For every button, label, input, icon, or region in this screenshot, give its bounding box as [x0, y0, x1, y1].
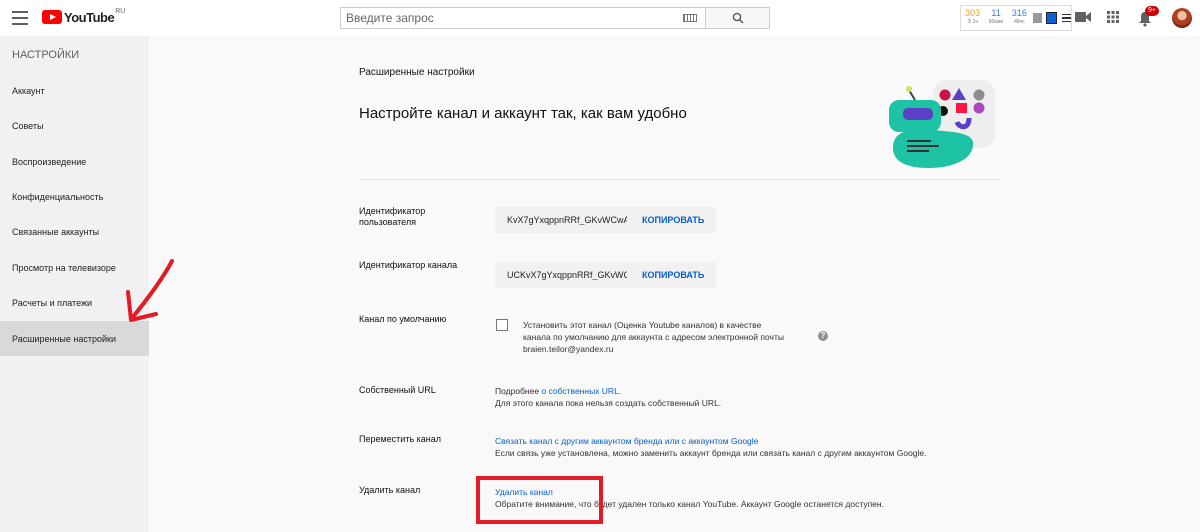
- section-subtitle: Расширенные настройки: [359, 67, 475, 78]
- search-bar: [340, 7, 770, 29]
- advanced-settings-panel: Расширенные настройки Настройте канал и …: [359, 36, 1000, 532]
- move-channel-note: Если связь уже установлена, можно замени…: [495, 448, 927, 458]
- default-channel-text-pre: Установить этот канал (: [523, 320, 617, 330]
- default-channel-email: braien.teilor@yandex.ru: [523, 344, 614, 354]
- default-channel-name: Оценка Youtube каналов: [616, 320, 715, 330]
- custom-url-text-pre: Подробнее: [495, 386, 542, 396]
- notification-badge: 9+: [1145, 6, 1159, 16]
- custom-url-info-link[interactable]: о собственных URL: [541, 386, 618, 396]
- stat-sub: ⏱ 1ч: [967, 19, 979, 25]
- apps-grid-icon[interactable]: [1107, 11, 1119, 23]
- sidebar-item-tips[interactable]: Советы: [0, 108, 149, 143]
- extension-widget[interactable]: 303 ⏱ 1ч 11 60мин 316 48чс: [960, 5, 1072, 31]
- move-channel-label: Переместить канал: [359, 434, 442, 444]
- custom-url-label: Собственный URL: [359, 385, 436, 395]
- menu-icon[interactable]: [8, 8, 32, 28]
- default-channel-description: Установить этот канал (Оценка Youtube ка…: [523, 319, 784, 355]
- stat-sub: 48чс: [1014, 19, 1025, 25]
- channel-id-value[interactable]: UCKvX7gYxqppnRRf_GKvWCwA: [507, 270, 627, 280]
- annotation-arrow-icon: [126, 259, 174, 322]
- move-channel-description: Связать канал с другим аккаунтом бренда …: [495, 435, 927, 459]
- youtube-logo[interactable]: YouTube RU: [42, 8, 126, 25]
- stat-sub: 60мин: [988, 19, 1004, 25]
- notifications-button[interactable]: 9+: [1138, 6, 1160, 27]
- search-icon: [732, 12, 744, 24]
- logo-region: RU: [115, 8, 126, 15]
- user-id-label: Идентификатор пользователя: [359, 206, 426, 227]
- sidebar-title: НАСТРОЙКИ: [12, 49, 80, 61]
- default-channel-line-1: Установить этот канал (Оценка Youtube ка…: [523, 319, 784, 331]
- annotation-highlight-box: [476, 476, 603, 524]
- sidebar-item-account[interactable]: Аккаунт: [0, 73, 149, 108]
- extension-stat: 303 ⏱ 1ч: [961, 9, 984, 27]
- custom-url-text-post: .: [618, 386, 622, 396]
- default-channel-checkbox[interactable]: [496, 319, 508, 331]
- stat-value: 11: [991, 8, 1001, 18]
- default-channel-text-post: ) в качестве: [714, 320, 762, 330]
- avatar[interactable]: [1172, 8, 1192, 28]
- custom-url-line-1: Подробнее о собственных URL.: [495, 385, 721, 397]
- custom-url-description: Подробнее о собственных URL. Для этого к…: [495, 385, 721, 409]
- extension-stat: 11 60мин: [984, 9, 1007, 27]
- delete-channel-label: Удалить канал: [359, 485, 421, 495]
- search-button[interactable]: [705, 7, 770, 29]
- stat-value: 303: [965, 8, 981, 18]
- search-input[interactable]: [346, 11, 683, 25]
- section-divider: [359, 179, 1000, 180]
- page-title: Настройте канал и аккаунт так, как вам у…: [359, 105, 687, 122]
- default-channel-label: Канал по умолчанию: [359, 314, 447, 324]
- channel-id-label: Идентификатор канала: [359, 260, 458, 270]
- keyboard-icon[interactable]: [683, 14, 697, 22]
- stat-value: 316: [1011, 8, 1027, 18]
- extension-stat: 316 48чс: [1008, 9, 1031, 27]
- channel-id-box: UCKvX7gYxqppnRRf_GKvWCwA КОПИРОВАТЬ: [495, 262, 716, 288]
- logo-text: YouTube: [64, 10, 115, 25]
- sidebar-item-playback[interactable]: Воспроизведение: [0, 144, 149, 179]
- extension-menu-icon[interactable]: [1062, 13, 1072, 23]
- custom-url-line-2: Для этого канала пока нельзя создать соб…: [495, 398, 722, 408]
- user-id-value[interactable]: KvX7gYxqppnRRf_GKvWCwA: [507, 215, 627, 225]
- default-channel-line-2: канала по умолчанию для аккаунта с адрес…: [523, 332, 784, 342]
- extension-image-icon[interactable]: [1033, 13, 1043, 23]
- extension-play-icon[interactable]: [1046, 12, 1058, 24]
- copy-user-id-button[interactable]: КОПИРОВАТЬ: [642, 215, 704, 225]
- play-logo-icon: [42, 10, 62, 24]
- help-icon[interactable]: ?: [818, 331, 828, 341]
- sidebar-item-connected-accounts[interactable]: Связанные аккаунты: [0, 214, 149, 249]
- masthead: YouTube RU 303⏱ 1ч 1160мин 31648чс 9+: [0, 0, 1200, 36]
- robot-illustration-icon: [889, 80, 995, 168]
- search-field: [340, 7, 705, 29]
- video-camera-icon[interactable]: [1075, 11, 1091, 23]
- user-id-box: KvX7gYxqppnRRf_GKvWCwA КОПИРОВАТЬ: [495, 207, 716, 233]
- sidebar-item-privacy[interactable]: Конфиденциальность: [0, 179, 149, 214]
- move-channel-link[interactable]: Связать канал с другим аккаунтом бренда …: [495, 435, 927, 447]
- copy-channel-id-button[interactable]: КОПИРОВАТЬ: [642, 270, 704, 280]
